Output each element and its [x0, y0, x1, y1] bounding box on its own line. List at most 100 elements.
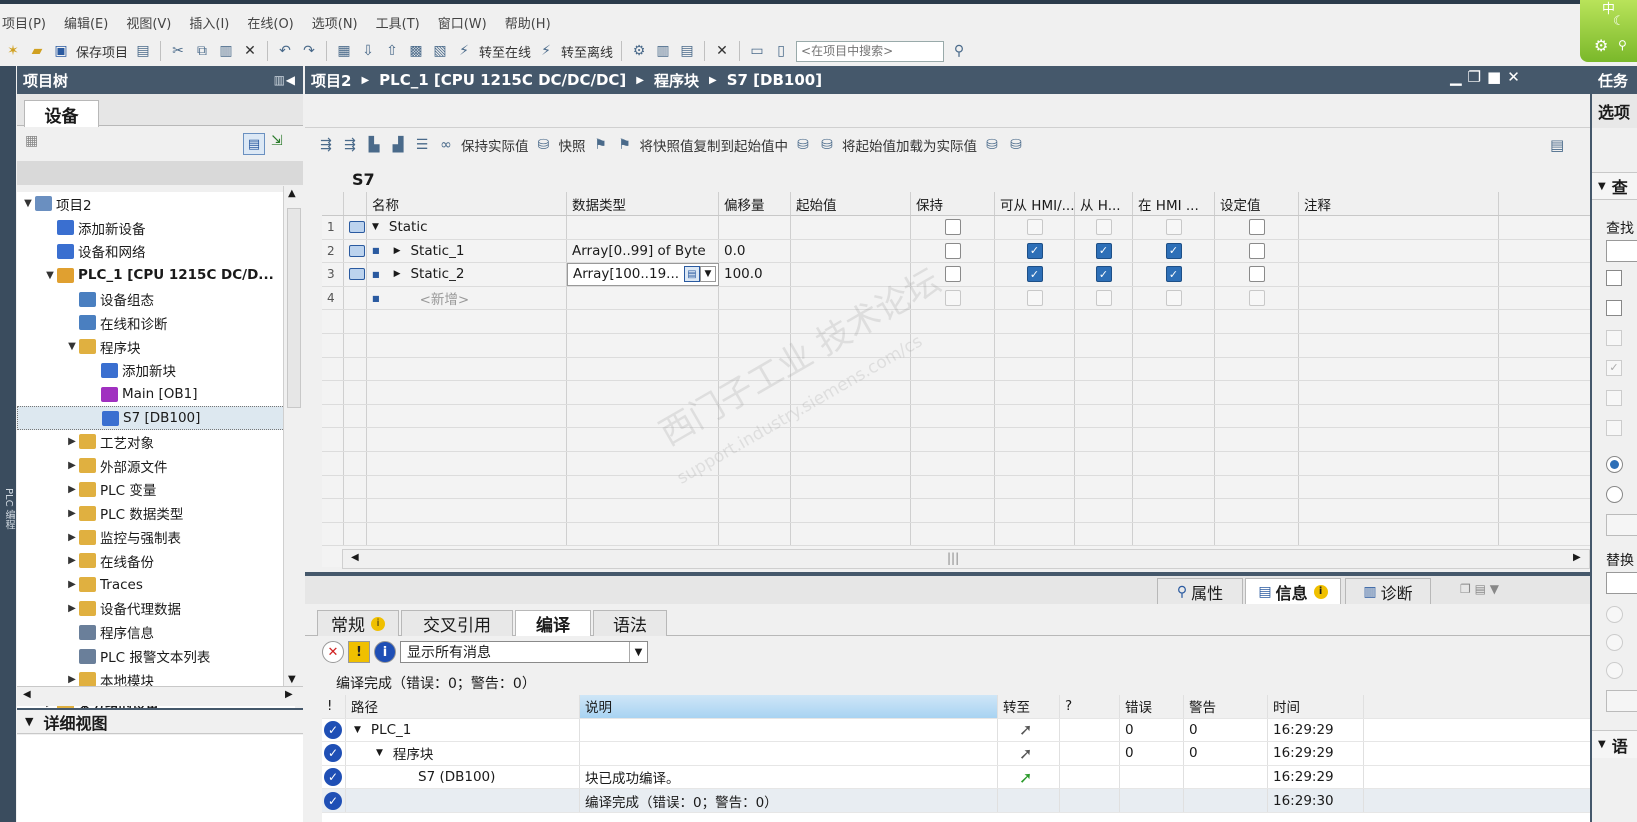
- error-filter-icon[interactable]: ✕: [322, 641, 344, 663]
- table-cell[interactable]: [1075, 381, 1133, 404]
- info-filter-icon[interactable]: i: [374, 641, 396, 663]
- table-row[interactable]: [322, 522, 1590, 547]
- cut-icon[interactable]: ✂: [169, 41, 187, 61]
- table-cell[interactable]: [1299, 310, 1499, 333]
- replace-option-radio[interactable]: [1606, 662, 1623, 679]
- expand-closed-icon[interactable]: ▶: [65, 555, 79, 566]
- hmi-access-checkbox[interactable]: [1026, 290, 1043, 307]
- message-row[interactable]: ✓ S7 (DB100) 块已成功编译。 ➚ 16:29:29: [322, 765, 1590, 790]
- expand-closed-icon[interactable]: ▶: [394, 246, 401, 256]
- tree-item[interactable]: 程序信息: [17, 620, 295, 644]
- table-cell[interactable]: [1299, 357, 1499, 381]
- overview-icon[interactable]: ▤: [243, 133, 265, 155]
- tree-item[interactable]: ▶ Traces: [17, 573, 295, 597]
- collapse-icon[interactable]: ▟: [389, 135, 407, 155]
- project-search-input[interactable]: [796, 40, 945, 62]
- table-cell[interactable]: [1133, 451, 1215, 475]
- inspector-top-tab[interactable]: ▤ 信息 i: [1245, 578, 1341, 604]
- table-cell[interactable]: [791, 522, 911, 546]
- table-cell[interactable]: [344, 522, 367, 546]
- table-cell[interactable]: [1133, 499, 1215, 522]
- message-column-header[interactable]: 路径: [346, 695, 580, 718]
- save-project-button[interactable]: 保存项目: [76, 42, 128, 61]
- menu-item[interactable]: 工具(T): [376, 13, 420, 32]
- table-cell[interactable]: [1133, 333, 1215, 357]
- table-cell[interactable]: ■ ▶ Static_2: [367, 263, 567, 286]
- table-cell[interactable]: [567, 404, 719, 428]
- table-cell[interactable]: [911, 499, 995, 522]
- detail-view-header[interactable]: ▼ 详细视图: [17, 708, 303, 734]
- find-option-checkbox[interactable]: [1606, 390, 1622, 406]
- tree-item[interactable]: ▶ 工艺对象: [17, 430, 295, 454]
- table-cell[interactable]: [719, 310, 791, 333]
- inspector-tab[interactable]: 编译: [515, 610, 591, 636]
- new-project-icon[interactable]: ✶: [4, 41, 22, 61]
- expand-open-icon[interactable]: ▼: [43, 270, 57, 281]
- table-cell[interactable]: [567, 310, 719, 333]
- scroll-left-icon[interactable]: ◀: [351, 552, 359, 563]
- table-cell[interactable]: [995, 428, 1075, 451]
- table-cell[interactable]: [367, 475, 567, 499]
- hmi-visible-checkbox[interactable]: [1095, 219, 1112, 236]
- table-cell[interactable]: [791, 499, 911, 522]
- table-cell[interactable]: [344, 357, 367, 381]
- table-cell[interactable]: [1215, 381, 1299, 404]
- table-cell[interactable]: [1133, 428, 1215, 451]
- column-header[interactable]: 注释: [1299, 192, 1499, 215]
- message-row[interactable]: ✓ 编译完成（错误：0；警告：0） 16:29:30: [322, 789, 1590, 813]
- table-cell[interactable]: [1299, 216, 1499, 239]
- table-cell[interactable]: [791, 404, 911, 428]
- table-cell[interactable]: [567, 475, 719, 499]
- search-icon[interactable]: ⚲: [950, 41, 968, 61]
- paste-icon[interactable]: ▥: [217, 41, 235, 61]
- table-cell[interactable]: [1133, 522, 1215, 546]
- table-cell[interactable]: [995, 357, 1075, 381]
- tree-item[interactable]: ▶ PLC 数据类型: [17, 501, 295, 525]
- menu-item[interactable]: 窗口(W): [438, 13, 487, 32]
- table-cell[interactable]: [911, 404, 995, 428]
- table-cell[interactable]: [1299, 263, 1499, 286]
- column-header[interactable]: 名称: [367, 192, 567, 215]
- insert-row-icon[interactable]: ⇶: [317, 135, 335, 155]
- table-row[interactable]: [322, 381, 1590, 405]
- snapshot-icon[interactable]: ⚑: [592, 135, 610, 155]
- table-cell[interactable]: [322, 333, 344, 357]
- table-cell[interactable]: [1215, 475, 1299, 499]
- expand-closed-icon[interactable]: ▶: [65, 603, 79, 614]
- message-column-header[interactable]: 说明: [580, 695, 998, 718]
- table-cell[interactable]: ■ ▶ Static_1: [367, 239, 567, 263]
- inspector-top-tab[interactable]: ⚲ 属性: [1157, 578, 1243, 604]
- table-cell[interactable]: [1299, 239, 1499, 263]
- expand-open-icon[interactable]: ▼: [376, 748, 383, 758]
- table-cell[interactable]: ✓: [1075, 263, 1133, 286]
- table-cell[interactable]: [367, 499, 567, 522]
- table-cell[interactable]: [911, 428, 995, 451]
- column-header[interactable]: 保持: [911, 192, 995, 215]
- breadcrumb-item[interactable]: S7 [DB100]: [727, 71, 822, 89]
- go-offline-icon[interactable]: ⚡: [537, 41, 555, 61]
- message-column-header[interactable]: 时间: [1268, 695, 1364, 718]
- tree-item[interactable]: ▶ 外部源文件: [17, 454, 295, 478]
- table-cell[interactable]: [719, 522, 791, 546]
- table-cell[interactable]: [1215, 451, 1299, 475]
- table-cell[interactable]: [911, 381, 995, 404]
- table-cell[interactable]: [911, 522, 995, 546]
- copy-start-icon[interactable]: ⛁: [794, 135, 812, 155]
- upload-icon[interactable]: ⇧: [383, 41, 401, 61]
- table-cell[interactable]: [1299, 381, 1499, 404]
- table-cell[interactable]: [567, 381, 719, 404]
- table-cell[interactable]: [1133, 216, 1215, 239]
- table-cell[interactable]: [995, 522, 1075, 546]
- table-cell[interactable]: [1299, 428, 1499, 451]
- expand-closed-icon[interactable]: ▶: [65, 674, 79, 685]
- retain-checkbox[interactable]: [944, 242, 961, 259]
- find-option-checkbox[interactable]: [1606, 330, 1622, 346]
- save-icon[interactable]: ▣: [52, 41, 70, 61]
- expand-closed-icon[interactable]: ▶: [65, 508, 79, 519]
- table-cell[interactable]: [995, 333, 1075, 357]
- languages-header[interactable]: ▼ 语: [1592, 730, 1637, 758]
- table-cell[interactable]: [1075, 286, 1133, 310]
- table-cell[interactable]: [1133, 286, 1215, 310]
- table-cell[interactable]: [1299, 475, 1499, 499]
- tree-item[interactable]: 添加新块: [17, 359, 295, 383]
